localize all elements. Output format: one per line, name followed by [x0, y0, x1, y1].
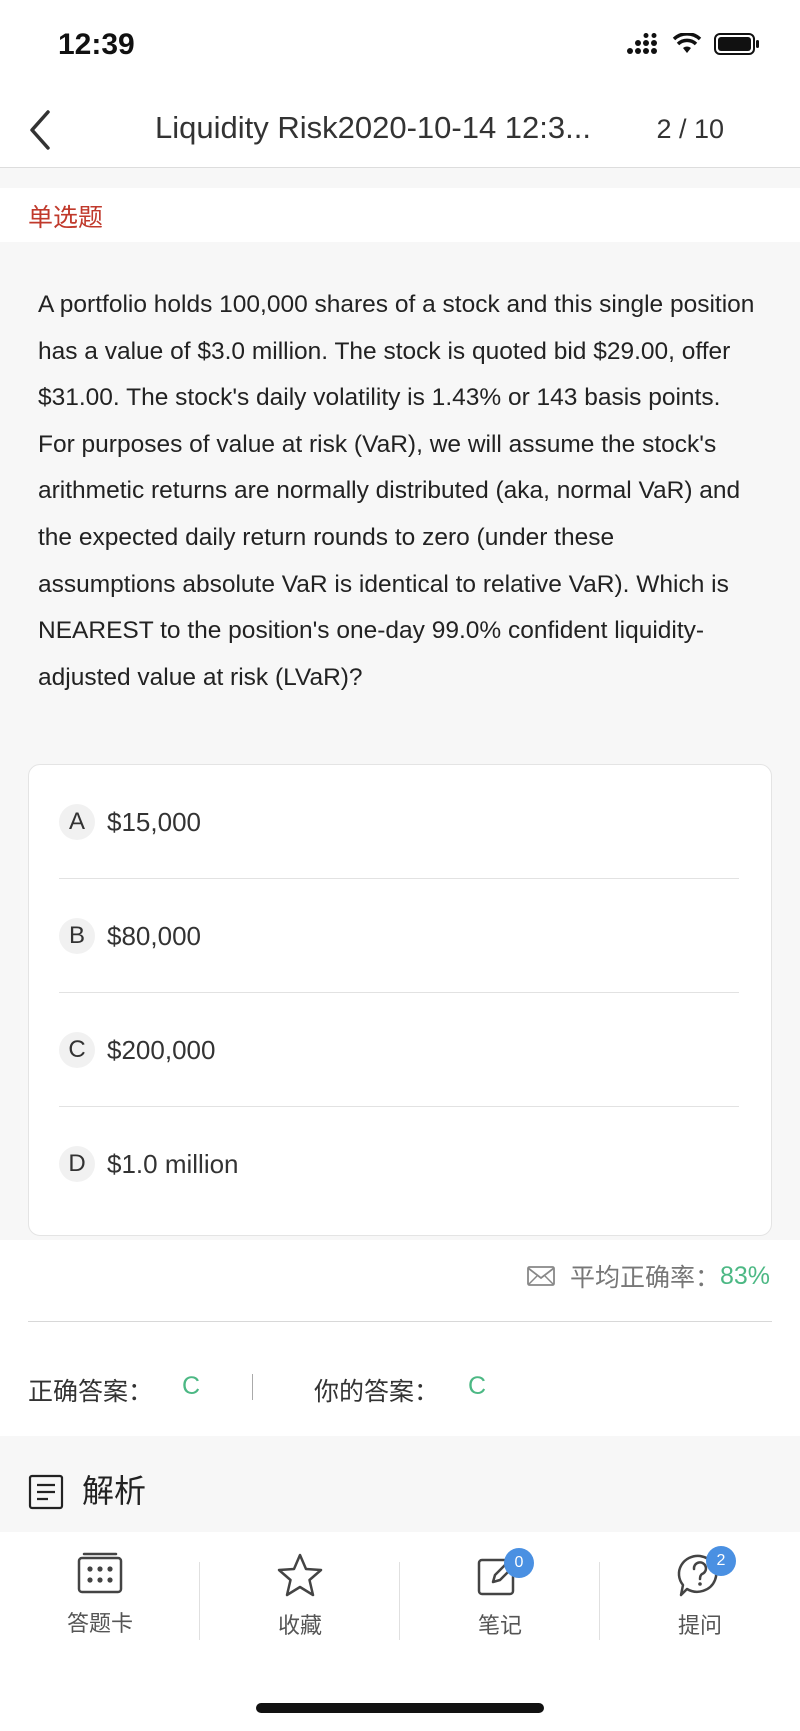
- rate-value: 83%: [719, 1261, 770, 1290]
- ask-button[interactable]: 提问 2: [600, 1546, 800, 1662]
- options-card: A $15,000 B $80,000 C $200,000 D $1.0 mi…: [28, 764, 772, 1236]
- answer-row: 正确答案： C 你的答案： C: [0, 1322, 800, 1436]
- answer-card-button[interactable]: 答题卡: [0, 1552, 200, 1662]
- question-type: 单选题: [28, 204, 104, 232]
- option-c[interactable]: C $200,000: [59, 993, 739, 1107]
- question-area: A portfolio holds 100,000 shares of a st…: [0, 242, 800, 1240]
- option-b[interactable]: B $80,000: [59, 879, 739, 993]
- option-letter: A: [59, 804, 95, 840]
- correct-rate: 平均正确率： 83%: [526, 1258, 770, 1294]
- option-d[interactable]: D $1.0 million: [59, 1107, 739, 1221]
- option-text: $80,000: [107, 920, 201, 951]
- correct-rate-row: 平均正确率： 83%: [0, 1240, 800, 1322]
- notes-label: 笔记: [477, 1613, 522, 1638]
- correct-answer-value: C: [182, 1372, 201, 1400]
- star-icon: [277, 1553, 323, 1597]
- signal-icon: [627, 33, 657, 54]
- chevron-left-icon: [30, 110, 50, 150]
- option-text: $15,000: [107, 806, 201, 837]
- answer-separator: [252, 1374, 253, 1400]
- document-icon: [28, 1474, 64, 1510]
- battery-icon: [714, 33, 759, 55]
- nav-bar: Liquidity Risk2020-10-14 12:3... 2 / 10: [0, 92, 800, 168]
- answer-card-label: 答题卡: [66, 1611, 133, 1636]
- ask-count-badge: 2: [706, 1546, 736, 1576]
- your-answer-value: C: [468, 1372, 487, 1400]
- ask-label: 提问: [677, 1613, 722, 1638]
- option-a[interactable]: A $15,000: [59, 765, 739, 879]
- wifi-icon: [672, 33, 702, 53]
- your-answer-label: 你的答案：: [314, 1378, 440, 1406]
- back-button[interactable]: [22, 104, 62, 156]
- mail-icon[interactable]: [526, 1264, 556, 1288]
- home-indicator[interactable]: [256, 1703, 544, 1713]
- status-icons: [626, 32, 760, 56]
- favorite-button[interactable]: 收藏: [200, 1552, 400, 1662]
- analysis-title: 解析: [82, 1473, 147, 1509]
- option-text: $1.0 million: [107, 1148, 239, 1179]
- status-time: 12:39: [58, 28, 135, 61]
- notes-count-badge: 0: [504, 1548, 534, 1578]
- correct-answer-label: 正确答案：: [28, 1378, 154, 1406]
- grid-card-icon: [77, 1552, 123, 1594]
- option-letter: B: [59, 918, 95, 954]
- option-letter: C: [59, 1032, 95, 1068]
- notes-button[interactable]: 笔记 0: [400, 1548, 600, 1662]
- page-title: Liquidity Risk2020-10-14 12:3...: [155, 110, 591, 145]
- question-text: A portfolio holds 100,000 shares of a st…: [38, 291, 755, 691]
- page-counter: 2 / 10: [656, 114, 724, 144]
- option-letter: D: [59, 1146, 95, 1182]
- bottom-toolbar: 答题卡 收藏 笔记 0 提问 2: [0, 1532, 800, 1731]
- status-bar: 12:39: [0, 0, 800, 92]
- question-type-row: 单选题: [0, 188, 800, 242]
- favorite-label: 收藏: [277, 1613, 322, 1638]
- rate-label: 平均正确率：: [569, 1264, 720, 1292]
- option-text: $200,000: [107, 1034, 216, 1065]
- analysis-header[interactable]: 解析: [0, 1436, 800, 1532]
